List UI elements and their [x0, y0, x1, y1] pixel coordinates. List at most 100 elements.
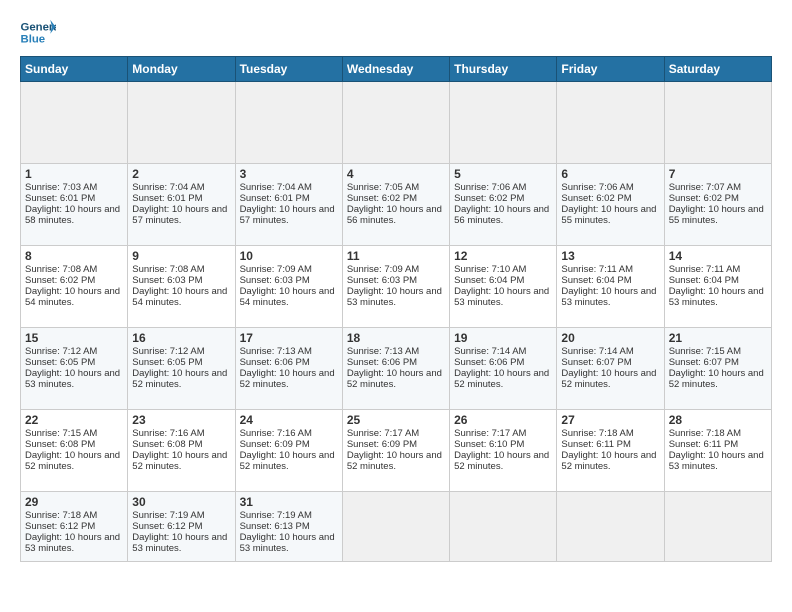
sunrise-text: Sunrise: 7:11 AM	[561, 264, 659, 275]
sunrise-text: Sunrise: 7:13 AM	[347, 346, 445, 357]
day-number: 13	[561, 249, 659, 263]
sunset-text: Sunset: 6:02 PM	[561, 193, 659, 204]
sunrise-text: Sunrise: 7:07 AM	[669, 182, 767, 193]
sunrise-text: Sunrise: 7:12 AM	[132, 346, 230, 357]
svg-text:Blue: Blue	[21, 34, 46, 46]
calendar-cell	[557, 82, 664, 164]
sunset-text: Sunset: 6:02 PM	[669, 193, 767, 204]
day-number: 8	[25, 249, 123, 263]
week-row-3: 8Sunrise: 7:08 AMSunset: 6:02 PMDaylight…	[21, 246, 772, 328]
sunset-text: Sunset: 6:01 PM	[132, 193, 230, 204]
daylight-text: Daylight: 10 hours and 52 minutes.	[240, 450, 338, 472]
col-header-saturday: Saturday	[664, 57, 771, 82]
calendar-cell	[450, 492, 557, 562]
sunset-text: Sunset: 6:07 PM	[561, 357, 659, 368]
sunrise-text: Sunrise: 7:08 AM	[132, 264, 230, 275]
sunrise-text: Sunrise: 7:03 AM	[25, 182, 123, 193]
calendar-cell: 16Sunrise: 7:12 AMSunset: 6:05 PMDayligh…	[128, 328, 235, 410]
sunset-text: Sunset: 6:03 PM	[347, 275, 445, 286]
sunrise-text: Sunrise: 7:15 AM	[25, 428, 123, 439]
day-number: 11	[347, 249, 445, 263]
calendar-cell: 6Sunrise: 7:06 AMSunset: 6:02 PMDaylight…	[557, 164, 664, 246]
daylight-text: Daylight: 10 hours and 52 minutes.	[561, 368, 659, 390]
calendar-cell: 25Sunrise: 7:17 AMSunset: 6:09 PMDayligh…	[342, 410, 449, 492]
sunset-text: Sunset: 6:04 PM	[454, 275, 552, 286]
daylight-text: Daylight: 10 hours and 52 minutes.	[132, 450, 230, 472]
calendar-cell: 8Sunrise: 7:08 AMSunset: 6:02 PMDaylight…	[21, 246, 128, 328]
calendar-cell: 19Sunrise: 7:14 AMSunset: 6:06 PMDayligh…	[450, 328, 557, 410]
daylight-text: Daylight: 10 hours and 52 minutes.	[347, 450, 445, 472]
day-number: 17	[240, 331, 338, 345]
calendar-cell: 3Sunrise: 7:04 AMSunset: 6:01 PMDaylight…	[235, 164, 342, 246]
week-row-2: 1Sunrise: 7:03 AMSunset: 6:01 PMDaylight…	[21, 164, 772, 246]
day-number: 24	[240, 413, 338, 427]
day-number: 1	[25, 167, 123, 181]
day-number: 10	[240, 249, 338, 263]
daylight-text: Daylight: 10 hours and 52 minutes.	[454, 450, 552, 472]
sunrise-text: Sunrise: 7:08 AM	[25, 264, 123, 275]
sunset-text: Sunset: 6:05 PM	[132, 357, 230, 368]
calendar-cell: 28Sunrise: 7:18 AMSunset: 6:11 PMDayligh…	[664, 410, 771, 492]
col-header-thursday: Thursday	[450, 57, 557, 82]
sunrise-text: Sunrise: 7:18 AM	[561, 428, 659, 439]
calendar-cell	[342, 492, 449, 562]
calendar-cell: 12Sunrise: 7:10 AMSunset: 6:04 PMDayligh…	[450, 246, 557, 328]
sunrise-text: Sunrise: 7:15 AM	[669, 346, 767, 357]
col-header-monday: Monday	[128, 57, 235, 82]
daylight-text: Daylight: 10 hours and 53 minutes.	[669, 450, 767, 472]
calendar-cell: 22Sunrise: 7:15 AMSunset: 6:08 PMDayligh…	[21, 410, 128, 492]
daylight-text: Daylight: 10 hours and 52 minutes.	[561, 450, 659, 472]
sunset-text: Sunset: 6:02 PM	[454, 193, 552, 204]
daylight-text: Daylight: 10 hours and 55 minutes.	[561, 204, 659, 226]
day-number: 4	[347, 167, 445, 181]
daylight-text: Daylight: 10 hours and 53 minutes.	[454, 286, 552, 308]
sunrise-text: Sunrise: 7:10 AM	[454, 264, 552, 275]
sunrise-text: Sunrise: 7:04 AM	[132, 182, 230, 193]
day-number: 25	[347, 413, 445, 427]
daylight-text: Daylight: 10 hours and 58 minutes.	[25, 204, 123, 226]
sunrise-text: Sunrise: 7:17 AM	[454, 428, 552, 439]
day-number: 28	[669, 413, 767, 427]
sunrise-text: Sunrise: 7:17 AM	[347, 428, 445, 439]
sunrise-text: Sunrise: 7:19 AM	[132, 510, 230, 521]
day-number: 6	[561, 167, 659, 181]
daylight-text: Daylight: 10 hours and 57 minutes.	[132, 204, 230, 226]
calendar-cell: 15Sunrise: 7:12 AMSunset: 6:05 PMDayligh…	[21, 328, 128, 410]
week-row-5: 22Sunrise: 7:15 AMSunset: 6:08 PMDayligh…	[21, 410, 772, 492]
col-header-tuesday: Tuesday	[235, 57, 342, 82]
sunset-text: Sunset: 6:12 PM	[132, 521, 230, 532]
calendar-cell: 27Sunrise: 7:18 AMSunset: 6:11 PMDayligh…	[557, 410, 664, 492]
calendar-cell	[342, 82, 449, 164]
day-number: 22	[25, 413, 123, 427]
day-number: 14	[669, 249, 767, 263]
sunset-text: Sunset: 6:05 PM	[25, 357, 123, 368]
daylight-text: Daylight: 10 hours and 53 minutes.	[561, 286, 659, 308]
sunset-text: Sunset: 6:03 PM	[132, 275, 230, 286]
day-number: 23	[132, 413, 230, 427]
day-number: 5	[454, 167, 552, 181]
header-row: SundayMondayTuesdayWednesdayThursdayFrid…	[21, 57, 772, 82]
sunrise-text: Sunrise: 7:16 AM	[132, 428, 230, 439]
day-number: 16	[132, 331, 230, 345]
logo-icon: General Blue	[20, 18, 56, 46]
daylight-text: Daylight: 10 hours and 52 minutes.	[240, 368, 338, 390]
daylight-text: Daylight: 10 hours and 56 minutes.	[347, 204, 445, 226]
daylight-text: Daylight: 10 hours and 57 minutes.	[240, 204, 338, 226]
calendar-cell	[128, 82, 235, 164]
col-header-friday: Friday	[557, 57, 664, 82]
day-number: 26	[454, 413, 552, 427]
calendar: SundayMondayTuesdayWednesdayThursdayFrid…	[20, 56, 772, 562]
sunrise-text: Sunrise: 7:05 AM	[347, 182, 445, 193]
daylight-text: Daylight: 10 hours and 53 minutes.	[347, 286, 445, 308]
daylight-text: Daylight: 10 hours and 52 minutes.	[132, 368, 230, 390]
daylight-text: Daylight: 10 hours and 53 minutes.	[669, 286, 767, 308]
day-number: 9	[132, 249, 230, 263]
day-number: 15	[25, 331, 123, 345]
sunset-text: Sunset: 6:01 PM	[240, 193, 338, 204]
sunset-text: Sunset: 6:08 PM	[132, 439, 230, 450]
sunset-text: Sunset: 6:07 PM	[669, 357, 767, 368]
day-number: 31	[240, 495, 338, 509]
sunset-text: Sunset: 6:03 PM	[240, 275, 338, 286]
calendar-cell: 4Sunrise: 7:05 AMSunset: 6:02 PMDaylight…	[342, 164, 449, 246]
calendar-cell	[664, 492, 771, 562]
